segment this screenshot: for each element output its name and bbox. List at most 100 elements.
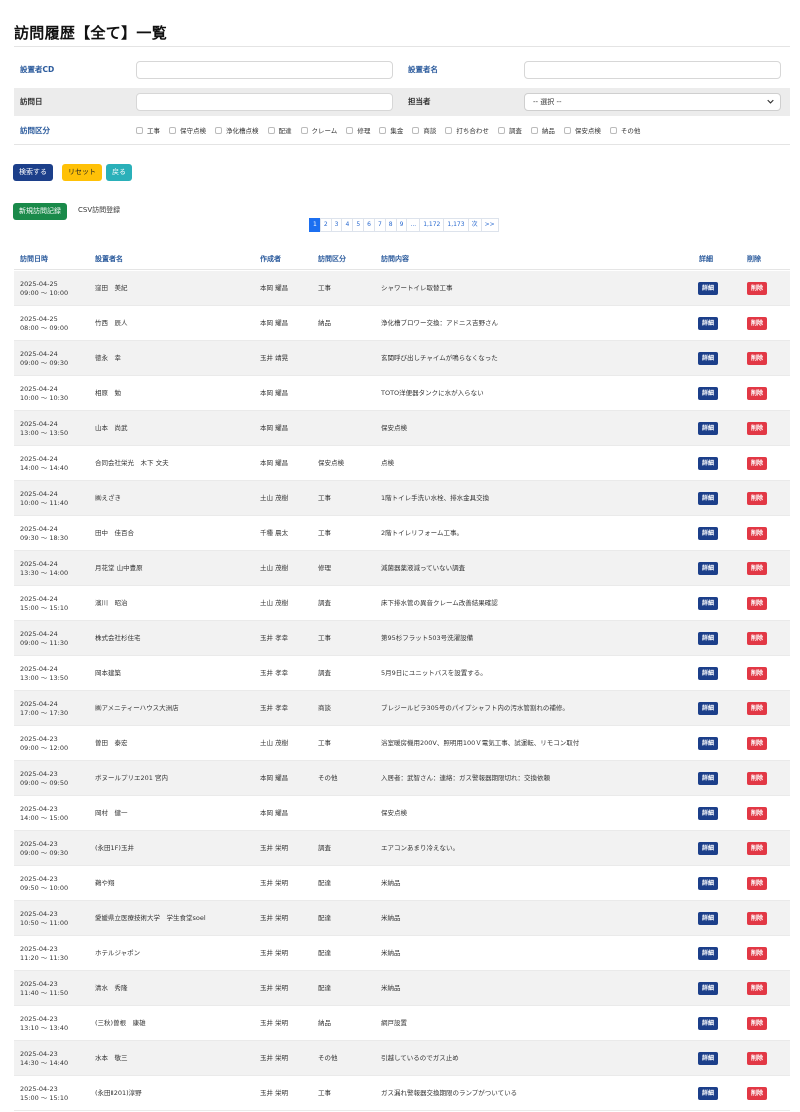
page-link[interactable]: 1,173 <box>443 218 469 232</box>
detail-button[interactable]: 詳細 <box>698 842 719 855</box>
delete-button[interactable]: 削除 <box>747 457 768 470</box>
detail-button[interactable]: 詳細 <box>698 317 719 330</box>
visit-type-checkbox[interactable] <box>530 126 538 134</box>
visit-type-checkbox[interactable] <box>445 126 453 134</box>
delete-button[interactable]: 削除 <box>747 422 768 435</box>
detail-button[interactable]: 詳細 <box>698 702 719 715</box>
visit-type-checkbox[interactable] <box>215 126 222 134</box>
visit-type-option[interactable]: 配達 <box>267 125 292 135</box>
csv-import-link[interactable]: CSV訪問登録 <box>78 205 120 215</box>
visit-type-checkbox[interactable] <box>609 126 617 134</box>
setter-cd-input[interactable] <box>136 61 393 79</box>
visit-type-checkbox[interactable] <box>379 126 387 134</box>
visit-type-option[interactable]: 納品 <box>530 125 555 135</box>
visit-type-checkbox[interactable] <box>169 126 176 134</box>
delete-button[interactable]: 削除 <box>747 597 768 610</box>
detail-button[interactable]: 詳細 <box>698 282 719 295</box>
staff-select[interactable]: -- 選択 -- <box>524 93 781 111</box>
cell-time: 15:00 ～ 15:10 <box>20 604 69 612</box>
detail-button[interactable]: 詳細 <box>698 387 719 400</box>
cell-date: 2025-04-23 <box>20 910 58 918</box>
visit-type-option[interactable]: 保安点検 <box>563 125 601 135</box>
detail-button[interactable]: 詳細 <box>698 457 719 470</box>
delete-button[interactable]: 削除 <box>747 1017 768 1030</box>
delete-button[interactable]: 削除 <box>747 982 768 995</box>
detail-button[interactable]: 詳細 <box>698 1052 719 1065</box>
visit-date-input[interactable] <box>136 93 393 111</box>
detail-button[interactable]: 詳細 <box>698 737 719 750</box>
delete-button[interactable]: 削除 <box>747 527 768 540</box>
page-link[interactable]: >> <box>480 218 499 232</box>
detail-button[interactable]: 詳細 <box>698 1017 719 1030</box>
delete-button[interactable]: 削除 <box>747 947 768 960</box>
visit-type-option[interactable]: 打ち合わせ <box>445 125 489 135</box>
delete-button[interactable]: 削除 <box>747 702 768 715</box>
visit-type-option[interactable]: 修理 <box>346 125 370 135</box>
detail-button[interactable]: 詳細 <box>698 982 719 995</box>
visit-type-option[interactable]: 工事 <box>136 125 160 135</box>
visit-type-option[interactable]: 調査 <box>497 125 522 135</box>
reset-button[interactable]: リセット <box>62 164 102 181</box>
visit-type-option-label: 商談 <box>423 127 437 135</box>
visit-type-option[interactable]: 集金 <box>379 125 403 135</box>
cell-setter-name: 岡本建築 <box>95 669 121 677</box>
detail-button[interactable]: 詳細 <box>698 912 719 925</box>
visit-type-option[interactable]: 商談 <box>412 125 436 135</box>
delete-button[interactable]: 削除 <box>747 282 768 295</box>
delete-button[interactable]: 削除 <box>747 352 768 365</box>
detail-button[interactable]: 詳細 <box>698 807 719 820</box>
delete-button[interactable]: 削除 <box>747 772 768 785</box>
back-button[interactable]: 戻る <box>106 164 132 181</box>
detail-button[interactable]: 詳細 <box>698 667 719 680</box>
visit-type-checkbox[interactable] <box>136 126 143 134</box>
detail-button[interactable]: 詳細 <box>698 947 719 960</box>
visit-type-checkbox[interactable] <box>267 126 275 134</box>
delete-button[interactable]: 削除 <box>747 667 768 680</box>
visit-type-option[interactable]: クレーム <box>300 125 337 135</box>
cell-setter-name: 清水 秀隆 <box>95 984 128 992</box>
detail-button[interactable]: 詳細 <box>698 527 719 540</box>
delete-button[interactable]: 削除 <box>747 737 768 750</box>
cell-date: 2025-04-23 <box>20 875 58 883</box>
delete-button[interactable]: 削除 <box>747 877 768 890</box>
cell-date: 2025-04-24 <box>20 420 58 428</box>
detail-button[interactable]: 詳細 <box>698 1087 719 1100</box>
visit-type-checkbox[interactable] <box>300 126 308 134</box>
page-link[interactable]: 次 <box>467 218 482 232</box>
delete-button[interactable]: 削除 <box>747 1052 768 1065</box>
delete-button[interactable]: 削除 <box>747 912 768 925</box>
visit-type-option[interactable]: 浄化槽点検 <box>215 125 259 135</box>
visit-type-checkbox[interactable] <box>497 126 505 134</box>
table-row: 2025-04-23 09:00 ～ 09:50 ボヌールプリエ201 宮内 本岡 耀… <box>14 761 790 796</box>
delete-button[interactable]: 削除 <box>747 562 768 575</box>
delete-button[interactable]: 削除 <box>747 387 768 400</box>
delete-button[interactable]: 削除 <box>747 632 768 645</box>
page-link[interactable]: 1,172 <box>419 218 445 232</box>
cell-date: 2025-04-24 <box>20 560 58 568</box>
detail-button[interactable]: 詳細 <box>698 352 719 365</box>
delete-button[interactable]: 削除 <box>747 1087 768 1100</box>
new-visit-button[interactable]: 新規訪問記録 <box>13 203 67 220</box>
delete-button[interactable]: 削除 <box>747 807 768 820</box>
delete-button[interactable]: 削除 <box>747 317 768 330</box>
detail-button[interactable]: 詳細 <box>698 492 719 505</box>
detail-button[interactable]: 詳細 <box>698 422 719 435</box>
cell-datetime: 2025-04-24 13:00 ～ 13:50 <box>20 665 68 683</box>
detail-button[interactable]: 詳細 <box>698 877 719 890</box>
search-button[interactable]: 検索する <box>13 164 53 181</box>
visit-type-checkbox[interactable] <box>563 126 571 134</box>
visit-type-option[interactable]: 保守点検 <box>169 125 206 135</box>
delete-button[interactable]: 削除 <box>747 492 768 505</box>
detail-button[interactable]: 詳細 <box>698 772 719 785</box>
detail-button[interactable]: 詳細 <box>698 632 719 645</box>
visit-type-checkbox[interactable] <box>412 126 420 134</box>
cell-author: 土山 茂樹 <box>260 564 289 572</box>
delete-button[interactable]: 削除 <box>747 842 768 855</box>
visit-type-option[interactable]: その他 <box>609 125 640 135</box>
visit-type-checkbox[interactable] <box>346 126 354 134</box>
page-link[interactable]: ... <box>406 218 421 232</box>
setter-name-input[interactable] <box>524 61 781 79</box>
detail-button[interactable]: 詳細 <box>698 562 719 575</box>
cell-author: 本岡 耀昌 <box>260 389 289 397</box>
detail-button[interactable]: 詳細 <box>698 597 719 610</box>
